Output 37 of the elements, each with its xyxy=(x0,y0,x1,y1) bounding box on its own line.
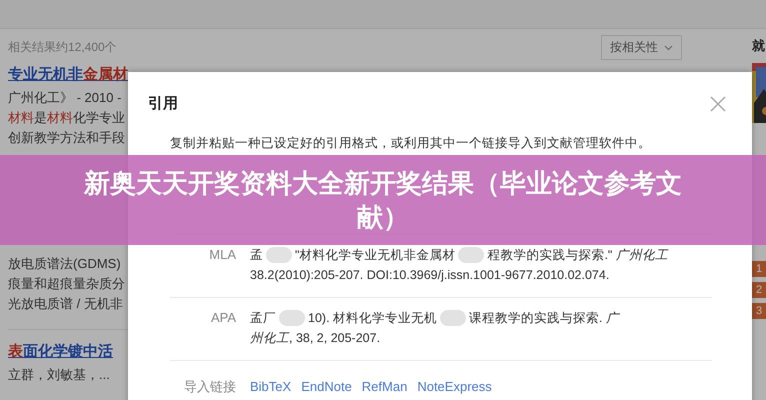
export-link[interactable]: EndNote xyxy=(301,377,352,397)
result-snippet: 立群，刘敏基，... xyxy=(8,366,111,384)
citation-text: 孟厂 xyxy=(250,310,276,327)
side-heading: 就 xyxy=(752,37,766,55)
result-count: 相关结果约12,400个 xyxy=(8,39,118,56)
result-snippet: 放电质谱法(GDMS) xyxy=(8,255,122,273)
sort-dropdown[interactable]: 按相关性 xyxy=(601,35,682,60)
citation-text: 孟 xyxy=(250,247,263,264)
blurred-patch xyxy=(440,310,466,326)
citation-text: 课程教学的实践与探索. 广 xyxy=(469,310,619,327)
result-snippet: 光放电质谱 / 无机非 xyxy=(8,295,124,313)
citation-style-label: MLA xyxy=(208,246,237,264)
result-snippet: 创新教学方法和手段 xyxy=(8,129,126,147)
blurred-patch xyxy=(279,310,305,326)
result-snippet: 材料是材料化学专业 xyxy=(8,109,126,127)
citation-text: 程教学的实践与探索." 广州化工 xyxy=(487,247,668,264)
import-label: 导入链接 xyxy=(183,378,237,396)
rank-badge: 2 xyxy=(752,282,766,298)
citation-text: 州化工, 38, 2, 205-207. xyxy=(250,330,380,347)
result-snippet: 痕量和超痕量杂质分 xyxy=(8,275,126,293)
export-link[interactable]: NoteExpress xyxy=(417,377,492,397)
close-icon[interactable] xyxy=(710,96,726,112)
citation-text: 10). 材料化学专业无机 xyxy=(308,310,438,327)
citation-style-label: APA xyxy=(210,309,237,327)
result-snippet: 广州化工》 - 2010 - xyxy=(8,89,122,107)
banner-title: 新奥天天开奖资料大全新开奖结果（毕业论文参考文献） xyxy=(82,167,683,234)
dialog-title: 引用 xyxy=(148,94,178,113)
dialog-description: 复制并粘贴一种已设定好的引用格式，或利用其中一个链接导入到文献管理软件中。 xyxy=(170,135,652,152)
rank-badge: 1 xyxy=(752,261,766,277)
export-link[interactable]: RefMan xyxy=(362,377,408,397)
caret-icon xyxy=(664,44,673,50)
rank-badge: 3 xyxy=(752,303,766,319)
citation-text: "材料化学专业无机非金属材 xyxy=(295,247,456,264)
export-link[interactable]: BibTeX xyxy=(250,377,292,397)
blurred-patch xyxy=(266,247,292,263)
blurred-patch xyxy=(458,247,484,263)
citation-text: 38.2(2010):205-207. DOI:10.3969/j.issn.1001-9677.2010.02.074. xyxy=(250,267,610,284)
